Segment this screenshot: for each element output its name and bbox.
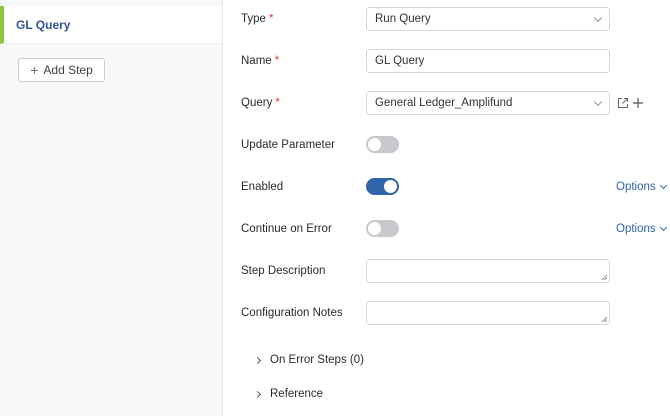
required-marker: * [268, 13, 274, 25]
step-description-textarea[interactable] [366, 259, 610, 283]
step-item-gl-query[interactable]: GL Query [0, 6, 222, 44]
required-marker: * [275, 97, 280, 109]
toggle-knob [368, 222, 381, 235]
continue-on-error-toggle[interactable] [366, 220, 399, 237]
chevron-down-icon [659, 181, 667, 189]
type-label: Type * [241, 13, 274, 25]
chevron-down-icon [659, 223, 667, 231]
open-external-icon[interactable] [617, 97, 629, 109]
reference-expander[interactable]: Reference [253, 388, 324, 400]
reference-row[interactable]: Reference [241, 381, 670, 407]
chevron-down-icon [593, 97, 603, 107]
configuration-notes-textarea[interactable] [366, 301, 610, 325]
resize-handle-icon[interactable] [601, 316, 608, 323]
enabled-label: Enabled [241, 181, 284, 193]
type-select-value: Run Query [375, 13, 431, 25]
query-label: Query * [241, 97, 280, 109]
on-error-steps-row[interactable]: On Error Steps (0) [241, 347, 670, 373]
name-label: Name * [241, 55, 280, 67]
continue-on-error-label: Continue on Error [241, 223, 332, 235]
required-marker: * [274, 55, 280, 67]
options-label: Options [616, 223, 656, 235]
on-error-steps-label: On Error Steps (0) [270, 354, 364, 366]
chevron-right-icon [253, 356, 262, 364]
add-step-label: Add Step [43, 63, 93, 77]
toggle-knob [384, 180, 397, 193]
on-error-steps-expander[interactable]: On Error Steps (0) [253, 354, 364, 366]
steps-sidebar: GL Query + Add Step [0, 0, 223, 416]
plus-icon[interactable] [632, 97, 644, 109]
type-row: Type * Run Query [241, 6, 670, 32]
name-input[interactable]: GL Query [366, 49, 610, 73]
configuration-notes-label: Configuration Notes [241, 307, 343, 319]
enabled-toggle[interactable] [366, 178, 399, 195]
type-select[interactable]: Run Query [366, 7, 610, 31]
toggle-knob [368, 138, 381, 151]
chevron-down-icon [593, 13, 603, 23]
add-step-button[interactable]: + Add Step [18, 58, 105, 82]
query-row: Query * General Ledger_Amplifund [241, 90, 670, 116]
enabled-row: Enabled Options [241, 174, 670, 200]
query-actions [617, 97, 644, 109]
query-select-value: General Ledger_Amplifund [375, 97, 513, 109]
name-row: Name * GL Query [241, 48, 670, 74]
query-select[interactable]: General Ledger_Amplifund [366, 91, 610, 115]
configuration-notes-row: Configuration Notes [241, 300, 670, 326]
step-description-label: Step Description [241, 265, 326, 277]
update-parameter-row: Update Parameter [241, 132, 670, 158]
reference-label: Reference [270, 388, 324, 400]
continue-on-error-options-link[interactable]: Options [616, 223, 667, 235]
chevron-right-icon [253, 390, 262, 398]
update-parameter-label: Update Parameter [241, 139, 335, 151]
step-item-label: GL Query [16, 17, 71, 32]
step-description-row: Step Description [241, 258, 670, 284]
resize-handle-icon[interactable] [601, 274, 608, 281]
update-parameter-toggle[interactable] [366, 136, 399, 153]
enabled-options-link[interactable]: Options [616, 181, 667, 193]
options-label: Options [616, 181, 656, 193]
continue-on-error-row: Continue on Error Options [241, 216, 670, 242]
plus-icon: + [30, 62, 39, 78]
name-input-value: GL Query [375, 55, 425, 67]
step-form: Type * Run Query Name * GL Query Query * Ge… [241, 0, 670, 416]
